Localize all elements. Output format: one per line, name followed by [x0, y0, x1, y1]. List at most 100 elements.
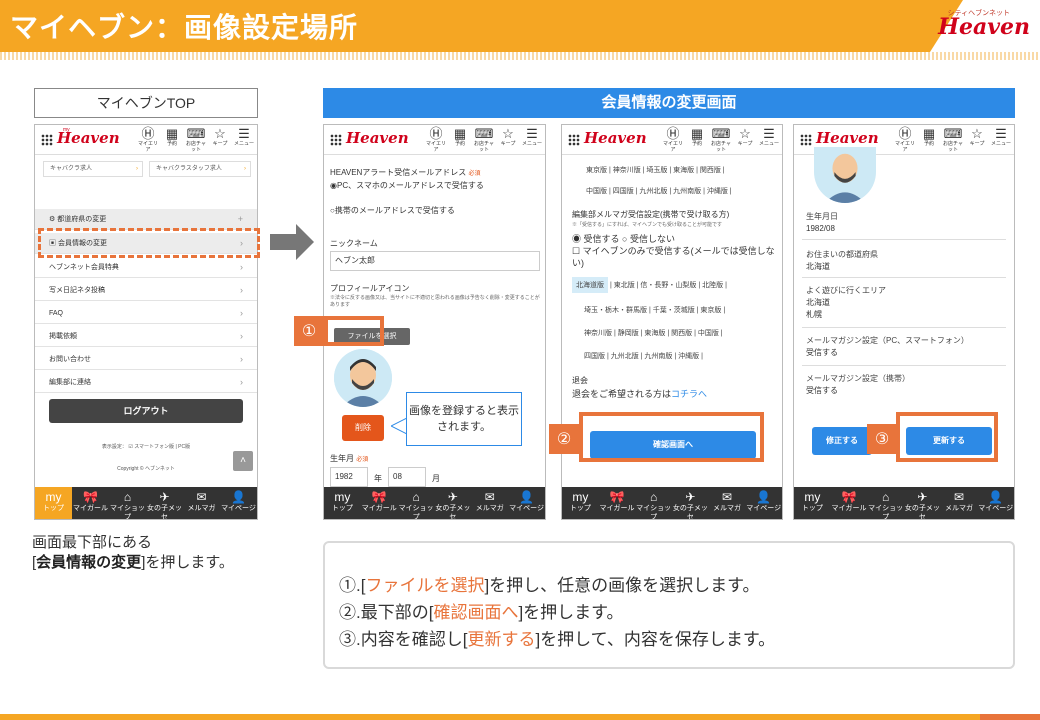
heaven-logo[interactable]: Heaven: [57, 129, 120, 147]
phone-tab-bar: my トップ 🎀 マイガール ⌂ マイショップ ✈ 女の子メッセ ✉ メルマガ 👤 マイペー…: [35, 487, 257, 519]
alert-email-label: HEAVENアラート受信メールアドレス 必須: [330, 168, 481, 177]
tab-messages[interactable]: ✈ 女の子メッセ: [434, 487, 471, 519]
heaven-logo[interactable]: Heaven: [584, 129, 647, 147]
menu-item-diary[interactable]: 写メ日記ネタ投稿 ›: [35, 280, 257, 301]
highlight-update-button: [896, 412, 998, 462]
reserve-icon[interactable]: ▦ 予約: [161, 127, 183, 153]
tab-mailmag[interactable]: ✉ メルマガ: [471, 487, 508, 519]
radio-pc-mail[interactable]: ◉PC、スマホのメールアドレスで受信する: [330, 180, 484, 191]
scroll-top-button[interactable]: ˄: [233, 451, 253, 471]
menu-item-benefits[interactable]: ヘブンネット会員特典 ›: [35, 257, 257, 278]
tab-myshop[interactable]: ⌂ マイショップ: [109, 487, 146, 519]
tab-messages[interactable]: ✈ 女の子メッセ: [672, 487, 709, 519]
tab-top[interactable]: my トップ: [35, 487, 72, 519]
menu-item-listing[interactable]: 掲載依頼 ›: [35, 326, 257, 347]
highlight-confirm-button: [579, 412, 764, 462]
birth-month-input[interactable]: 08: [388, 467, 426, 487]
withdraw-text: 退会をご希望される方はコチラへ: [572, 389, 708, 399]
delete-button[interactable]: 削除: [342, 415, 384, 441]
chat-icon[interactable]: ⌨ お店チャット: [942, 127, 964, 154]
instruction-step-2: ②.最下部の[確認画面へ]を押します。: [339, 603, 624, 622]
keep-icon[interactable]: ☆ キープ: [497, 127, 519, 153]
keep-icon[interactable]: ☆ キープ: [966, 127, 988, 153]
tab-mygirl[interactable]: 🎀 マイガール: [599, 487, 636, 519]
menu-item-prefecture[interactable]: ⚙ 都道府県の変更 +: [35, 209, 257, 230]
reserve-icon[interactable]: ▦ 予約: [918, 127, 940, 153]
footer-accent: [980, 714, 1040, 720]
edit-button[interactable]: 修正する: [812, 427, 872, 455]
phone-tab-bar: my トップ 🎀 マイガール ⌂ マイショップ ✈ 女の子メッセ ✉ メルマガ 👤 マイペー…: [324, 487, 545, 519]
tab-top[interactable]: my トップ: [324, 487, 361, 519]
menu-icon[interactable]: ☰ メニュー: [990, 127, 1012, 153]
radio-mobile-mail[interactable]: ○携帯のメールアドレスで受信する: [330, 205, 455, 216]
myarea-icon[interactable]: Ⓗ マイエリア: [137, 127, 159, 154]
logout-button[interactable]: ログアウト: [49, 399, 243, 423]
menu-icon[interactable]: ☰ メニュー: [521, 127, 543, 153]
tab-mypage[interactable]: 👤 マイページ: [977, 487, 1014, 519]
tab-mailmag[interactable]: ✉ メルマガ: [709, 487, 746, 519]
menu-item-faq[interactable]: FAQ ›: [35, 303, 257, 324]
mag-myheaven-only[interactable]: ☐ マイヘブンのみで受信する(メールでは受信しない): [572, 245, 778, 269]
tab-mygirl[interactable]: 🎀 マイガール: [72, 487, 109, 519]
region-chip-hokkaido[interactable]: 北海道版: [572, 277, 608, 293]
heaven-logo[interactable]: Heaven: [346, 129, 409, 147]
menu-item-contact[interactable]: お問い合わせ ›: [35, 349, 257, 370]
tab-mailmag[interactable]: ✉ メルマガ: [941, 487, 978, 519]
myarea-icon[interactable]: Ⓗ マイエリア: [894, 127, 916, 154]
menu-item-editorial[interactable]: 編集部に連絡 ›: [35, 372, 257, 393]
cabaret-staff-jobs-link[interactable]: キャバクラスタッフ求人 ›: [149, 161, 251, 177]
phone-nav-icons: Ⓗ マイエリア ▦ 予約 ⌨ お店チャット ☆ キープ ☰ メニュー: [137, 127, 255, 154]
grid-menu-icon[interactable]: [800, 134, 812, 146]
tab-mypage[interactable]: 👤 マイページ: [745, 487, 782, 519]
image-callout: 画像を登録すると表示されます。: [406, 392, 522, 446]
region-list-top-1: 東京版 | 神奈川版 | 埼玉版 | 東海版 | 関西版 |: [586, 167, 725, 174]
tab-messages[interactable]: ✈ 女の子メッセ: [146, 487, 183, 519]
grid-menu-icon[interactable]: [330, 134, 342, 146]
phone-tab-bar: my トップ 🎀 マイガール ⌂ マイショップ ✈ 女の子メッセ ✉ メルマガ 👤 マイペー…: [562, 487, 782, 519]
instruction-step-3: ③.内容を確認し[更新する]を押して、内容を保存します。: [339, 630, 776, 649]
myarea-icon[interactable]: Ⓗ マイエリア: [425, 127, 447, 154]
tab-myshop[interactable]: ⌂ マイショップ: [635, 487, 672, 519]
phone-myheaven-top: my Heaven Ⓗ マイエリア ▦ 予約 ⌨ お店チャット ☆ キープ ☰ メニュー …: [34, 124, 258, 520]
tab-top[interactable]: my トップ: [562, 487, 599, 519]
tab-top[interactable]: my トップ: [794, 487, 831, 519]
reserve-icon[interactable]: ▦ 予約: [449, 127, 471, 153]
grid-menu-icon[interactable]: [568, 134, 580, 146]
tab-mypage[interactable]: 👤 マイページ: [508, 487, 545, 519]
tab-mailmag[interactable]: ✉ メルマガ: [183, 487, 220, 519]
nickname-input[interactable]: ヘブン太郎: [330, 251, 540, 271]
member-info-highlight: [38, 228, 260, 258]
heaven-logo[interactable]: Heaven: [816, 129, 879, 147]
tab-mypage[interactable]: 👤 マイページ: [220, 487, 257, 519]
withdraw-link[interactable]: コチラへ: [671, 389, 707, 399]
grid-menu-icon[interactable]: [41, 134, 53, 146]
menu-icon[interactable]: ☰ メニュー: [758, 127, 780, 153]
keep-icon[interactable]: ☆ キープ: [734, 127, 756, 153]
divider: [802, 277, 1006, 278]
caption-bold: 会員情報の変更: [36, 554, 142, 571]
tab-messages[interactable]: ✈ 女の子メッセ: [904, 487, 941, 519]
birth-year-input[interactable]: 1982: [330, 467, 368, 487]
mag-radio-group[interactable]: ◉ 受信する ○ 受信しない: [572, 232, 675, 245]
phone-header: Heaven Ⓗ マイエリア ▦ 予約 ⌨ お店チャット ☆ キープ ☰ メニュー: [562, 125, 782, 155]
reserve-icon[interactable]: ▦ 予約: [686, 127, 708, 153]
gear-icon: ⚙: [49, 216, 58, 223]
chat-icon[interactable]: ⌨ お店チャット: [185, 127, 207, 154]
myarea-icon[interactable]: Ⓗ マイエリア: [662, 127, 684, 154]
tab-mygirl[interactable]: 🎀 マイガール: [831, 487, 868, 519]
header-stripes: [0, 52, 1040, 60]
phone-nav-icons: Ⓗ マイエリア ▦ 予約 ⌨ お店チャット ☆ キープ ☰ メニュー: [894, 127, 1012, 154]
region-selected-row: 北海道版 | 東北版 | 信・長野・山梨版 | 北陸版 |: [572, 277, 772, 293]
tab-myshop[interactable]: ⌂ マイショップ: [398, 487, 435, 519]
cabaret-jobs-link[interactable]: キャバクラ求人 ›: [43, 161, 143, 177]
tab-myshop[interactable]: ⌂ マイショップ: [867, 487, 904, 519]
menu-icon[interactable]: ☰ メニュー: [233, 127, 255, 153]
keep-icon[interactable]: ☆ キープ: [209, 127, 231, 153]
info-area: よく遊びに行くエリア 北海道 札幌: [806, 286, 886, 319]
tab-mygirl[interactable]: 🎀 マイガール: [361, 487, 398, 519]
chat-icon[interactable]: ⌨ お店チャット: [473, 127, 495, 154]
page-title: マイヘブン：画像設定場所: [10, 11, 359, 44]
chat-icon[interactable]: ⌨ お店チャット: [710, 127, 732, 154]
chevron-right-icon: ›: [240, 331, 243, 341]
mag-setting-note: ※「受信する」にすれば、マイヘブンでも受け取ることが可能です: [572, 222, 723, 228]
